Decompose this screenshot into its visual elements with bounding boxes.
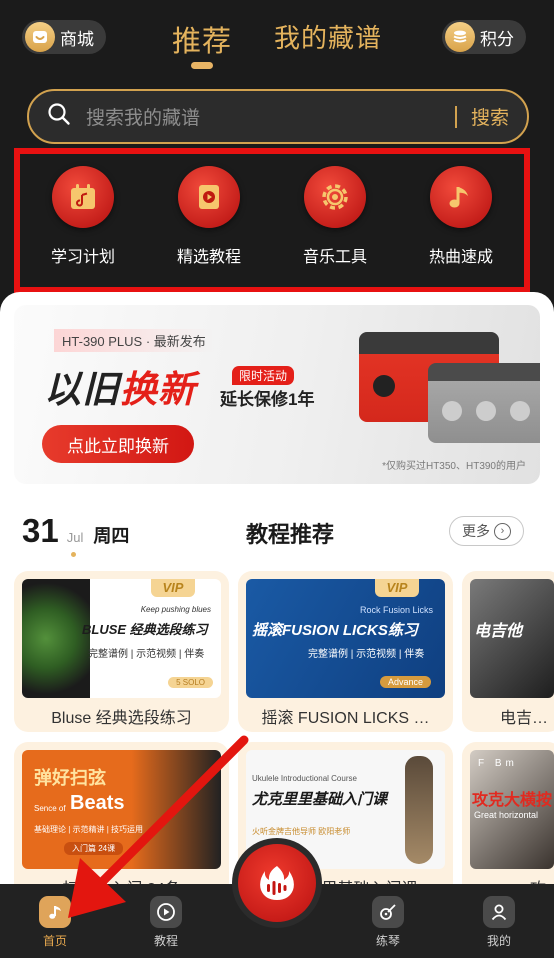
quick-entry-tutorials[interactable]: 精选教程 [159, 166, 259, 267]
thumb-heading: 攻克大横按 [472, 792, 553, 809]
tab-active-indicator [190, 62, 213, 69]
flame-logo-icon [238, 844, 316, 922]
quick-entry-hot-songs[interactable]: 热曲速成 [411, 166, 511, 267]
course-title: 摇滚 FUSION LICKS … [261, 710, 430, 727]
device-knob [442, 401, 462, 421]
course-title: Bluse 经典选段练习 [51, 710, 192, 727]
quick-entry-label: 学习计划 [50, 249, 115, 266]
nav-profile[interactable]: 我的 [469, 896, 529, 949]
thumb-heading: 电吉他 [474, 623, 523, 640]
guitar-icon [372, 896, 404, 928]
thumb-desc: 完整谱例 | 示范视频 | 伴奏 [308, 649, 425, 660]
date-dot [71, 552, 76, 557]
more-button[interactable]: 更多 › [449, 516, 524, 546]
quick-entry-label: 音乐工具 [302, 249, 367, 266]
more-label: 更多 [462, 523, 490, 539]
date-weekday: 周四 [93, 526, 130, 546]
coin-stack-icon [445, 22, 475, 52]
quick-entry-label: 精选教程 [176, 249, 241, 266]
course-card[interactable]: VIP Keep pushing blues BLUSE 经典选段练习 完整谱例… [14, 571, 229, 732]
course-thumbnail: 电吉他 [470, 579, 554, 698]
device-knob [510, 401, 530, 421]
quick-entry-row: 学习计划 精选教程 音乐工具 热曲速成 [14, 148, 530, 293]
thumb-desc: 火听金牌吉他导师 欧阳老师 [252, 827, 351, 836]
nav-practice[interactable]: 练琴 [358, 896, 418, 949]
thumb-tag: Advance [379, 676, 431, 688]
banner-headline: HT-390 PLUS · 最新发布 [54, 329, 214, 352]
center-action-button[interactable] [232, 838, 322, 928]
thumb-tag: 入门篇 24课 [64, 842, 124, 855]
play-icon [150, 896, 182, 928]
thumb-subtitle: Rock Fusion Licks [359, 605, 433, 615]
thumb-heading: 尤克里里基础入门课 [252, 791, 388, 808]
points-label: 积分 [480, 29, 514, 49]
chevron-right-icon: › [494, 522, 511, 540]
date-display: 31 Jul 周四 [22, 512, 129, 550]
search-divider [455, 105, 457, 128]
tab-recommend-label: 推荐 [171, 26, 232, 58]
points-button[interactable]: 积分 [442, 20, 526, 54]
thumb-subtitle-2: Beats [70, 792, 125, 814]
thumb-heading: 弹好扫弦 [34, 768, 106, 788]
thumb-subtitle: Keep pushing blues [140, 605, 211, 614]
course-thumbnail: VIP Rock Fusion Licks 摇滚FUSION LICKS练习 完… [246, 579, 445, 698]
thumb-desc: 基础理论 | 示范精讲 | 技巧运用 [34, 825, 144, 834]
course-thumbnail: 弹好扫弦 Sence of Beats 基础理论 | 示范精讲 | 技巧运用 入… [22, 750, 221, 869]
course-title: 电吉他技 [500, 710, 554, 727]
tab-my-scores[interactable]: 我的藏谱 [274, 18, 382, 60]
thumb-tag: 5 SOLO [168, 677, 213, 688]
banner-title-a: 以旧 [44, 369, 120, 410]
calendar-music-icon [52, 166, 114, 228]
thumb-heading: 摇滚FUSION LICKS练习 [252, 622, 418, 639]
nav-tutorials[interactable]: 教程 [136, 896, 196, 949]
course-card[interactable]: VIP Rock Fusion Licks 摇滚FUSION LICKS练习 完… [238, 571, 453, 732]
thumb-subtitle: Sence of [34, 804, 66, 813]
nav-label: 我的 [486, 934, 511, 948]
nav-home[interactable]: 首页 [25, 896, 85, 949]
quick-entry-study-plan[interactable]: 学习计划 [33, 166, 133, 267]
search-icon [47, 102, 71, 131]
tab-my-scores-label: 我的藏谱 [274, 23, 383, 53]
banner-subtitle: 延长保修1年 [220, 390, 315, 409]
gear-icon [304, 166, 366, 228]
tab-recommend[interactable]: 推荐 [171, 18, 232, 69]
video-play-icon [178, 166, 240, 228]
device-image-gray [428, 363, 540, 443]
search-input[interactable]: 搜索我的藏谱 [86, 103, 455, 130]
search-button[interactable]: 搜索 [471, 103, 509, 130]
banner-tag: 限时活动 [232, 366, 295, 385]
vip-badge: VIP [375, 579, 419, 597]
date-month: Jul [66, 530, 84, 545]
music-note-icon [430, 166, 492, 228]
banner-cta-button[interactable]: 点此立即换新 [42, 425, 194, 463]
nav-label: 教程 [153, 934, 178, 948]
quick-entry-music-tools[interactable]: 音乐工具 [285, 166, 385, 267]
promo-banner[interactable]: HT-390 PLUS · 最新发布 以旧换新 限时活动 延长保修1年 点此立即… [14, 305, 540, 484]
nav-label: 首页 [42, 934, 67, 948]
course-thumbnail: F Bm 攻克大横按 Great horizontal [470, 750, 554, 869]
thumb-desc: 完整谱例 | 示范视频 | 伴奏 [88, 649, 205, 660]
course-thumbnail: VIP Keep pushing blues BLUSE 经典选段练习 完整谱例… [22, 579, 221, 698]
device-knob [476, 401, 496, 421]
user-icon [483, 896, 515, 928]
search-bar[interactable]: 搜索我的藏谱 搜索 [27, 89, 529, 144]
banner-footnote: *仅购买过HT350、HT390的用户 [382, 461, 526, 472]
thumb-subtitle: Ukulele Introductional Course [252, 774, 357, 783]
date-day: 31 [22, 512, 59, 549]
ukulele-photo [405, 756, 433, 864]
thumb-desc: Great horizontal [474, 810, 539, 820]
banner-title-b: 换新 [120, 369, 196, 410]
section-title: 教程推荐 [246, 522, 335, 547]
quick-entry-label: 热曲速成 [428, 249, 493, 266]
thumb-heading: BLUSE 经典选段练习 [82, 622, 208, 637]
course-card[interactable]: 电吉他 电吉他技 [462, 571, 554, 732]
vip-badge: VIP [151, 579, 195, 597]
thumb-chords: F Bm [478, 758, 518, 769]
nav-label: 练琴 [375, 934, 400, 948]
guitar-photo [22, 579, 90, 698]
device-knob [373, 375, 395, 397]
banner-title: 以旧换新 [44, 359, 196, 413]
home-music-icon [39, 896, 71, 928]
